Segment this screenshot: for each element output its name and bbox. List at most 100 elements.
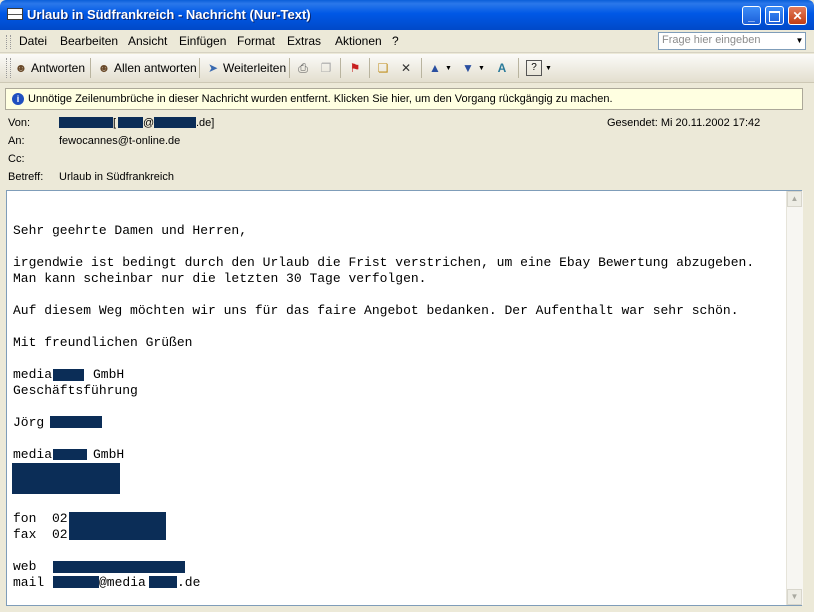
chevron-up-icon: ▲ — [790, 194, 799, 203]
signature-company-suffix: GmbH — [93, 367, 125, 382]
delete-button[interactable]: ✕ — [399, 59, 413, 77]
chevron-down-icon: ▼ — [478, 64, 485, 72]
redacted-sender-domain — [154, 117, 196, 128]
folder-move-icon: ❏ — [377, 61, 389, 75]
reply-all-icon: ☻ — [97, 61, 111, 75]
signature-web-label: web — [13, 559, 37, 574]
sent-date: Gesendet: Mi 20.11.2002 17:42 — [607, 117, 761, 129]
maximize-button[interactable] — [765, 6, 784, 25]
signature-mail-suffix: .de — [177, 575, 201, 590]
forward-button[interactable]: ➤ Weiterleiten — [206, 59, 286, 77]
next-item-button[interactable]: ▼ ▼ — [461, 59, 485, 77]
redacted-sender-user — [118, 117, 143, 128]
signature-fax: fax 02 — [13, 527, 68, 542]
redacted-mail-domain — [149, 576, 177, 588]
body-closing: Mit freundlichen Grüßen — [13, 335, 193, 350]
to-value[interactable]: fewocannes@t-online.de — [59, 135, 180, 147]
redacted-company — [53, 369, 84, 381]
chevron-down-icon: ▼ — [790, 592, 799, 601]
close-button[interactable]: ✕ — [788, 6, 807, 25]
signature-name: Jörg — [13, 415, 45, 430]
arrow-up-icon: ▲ — [429, 61, 441, 75]
reply-icon: ☻ — [14, 61, 28, 75]
reply-label: Antworten — [31, 61, 86, 75]
chevron-down-icon: ▼ — [445, 64, 452, 72]
font-size-icon: A — [497, 61, 507, 75]
toolbar-separator — [369, 58, 370, 78]
redacted-surname — [50, 416, 102, 428]
close-icon: ✕ — [792, 9, 803, 23]
toolbar-separator — [518, 58, 519, 78]
arrow-down-icon: ▼ — [462, 61, 474, 75]
redacted-mail-user — [53, 576, 99, 588]
menu-extras[interactable]: Extras — [287, 34, 321, 48]
minimize-button[interactable]: _ — [742, 6, 761, 25]
toolbar-separator — [340, 58, 341, 78]
menu-datei[interactable]: Datei — [19, 34, 47, 48]
toolbar-grip — [6, 58, 11, 78]
reply-all-label: Allen antworten — [114, 61, 197, 75]
from-bracket: [ — [113, 117, 117, 129]
to-label: An: — [8, 135, 25, 147]
menu-aktionen[interactable]: Aktionen — [335, 34, 382, 48]
toolbar-separator — [421, 58, 422, 78]
vertical-scrollbar[interactable] — [786, 191, 803, 605]
from-at: @ — [143, 117, 155, 129]
menu-grip — [6, 35, 11, 49]
print-button[interactable]: ⎙ — [296, 59, 310, 77]
toolbar-separator — [90, 58, 91, 78]
info-icon: i — [12, 93, 24, 105]
signature-company: media — [13, 447, 53, 462]
forward-label: Weiterleiten — [223, 61, 287, 75]
info-bar-text: Unnötige Zeilenumbrüche in dieser Nachri… — [28, 93, 613, 105]
chevron-down-icon[interactable]: ▼ — [794, 33, 805, 49]
redacted-sender-name — [59, 117, 113, 128]
redacted-company — [53, 449, 87, 460]
chevron-down-icon: ▼ — [545, 64, 552, 72]
help-icon: ? — [526, 60, 542, 76]
signature-mail-label: mail — [13, 575, 45, 590]
signature-phone: fon 02 — [13, 511, 68, 526]
body-greeting: Sehr geehrte Damen und Herren, — [13, 223, 248, 238]
subject-value: Urlaub in Südfrankreich — [59, 171, 174, 183]
from-label: Von: — [8, 117, 31, 129]
message-body[interactable] — [6, 190, 802, 606]
body-line: Man kann scheinbar nur die letzten 30 Ta… — [13, 271, 427, 286]
subject-label: Betreff: — [8, 171, 44, 183]
printer-icon: ⎙ — [298, 61, 308, 75]
body-line: irgendwie ist bedingt durch den Urlaub d… — [13, 255, 755, 270]
menu-help[interactable]: ? — [392, 34, 399, 48]
menu-format[interactable]: Format — [237, 34, 275, 48]
delete-icon: ✕ — [400, 61, 412, 75]
forward-icon: ➤ — [207, 61, 219, 75]
reply-button[interactable]: ☻ Antworten — [14, 59, 85, 77]
reply-all-button[interactable]: ☻ Allen antworten — [97, 59, 197, 77]
font-size-button[interactable]: A — [495, 59, 509, 77]
toolbar-separator — [289, 58, 290, 78]
redacted-website — [53, 561, 185, 573]
redacted-phone-numbers — [69, 512, 166, 540]
menu-ansicht[interactable]: Ansicht — [128, 34, 167, 48]
previous-item-button[interactable]: ▲ ▼ — [428, 59, 452, 77]
help-search-input[interactable]: Frage hier eingeben — [658, 32, 806, 50]
cc-label: Cc: — [8, 153, 25, 165]
maximize-icon — [769, 11, 780, 22]
window-title: Urlaub in Südfrankreich - Nachricht (Nur… — [27, 7, 311, 22]
flag-icon: ⚑ — [349, 61, 361, 75]
help-button[interactable]: ? ▼ — [526, 59, 552, 77]
menu-einfuegen[interactable]: Einfügen — [179, 34, 226, 48]
signature-company-suffix: GmbH — [93, 447, 125, 462]
flag-button[interactable]: ⚑ — [348, 59, 362, 77]
minimize-icon: _ — [748, 9, 755, 23]
move-to-folder-button[interactable]: ❏ — [376, 59, 390, 77]
redacted-address — [12, 463, 120, 494]
copy-icon: ❐ — [320, 61, 332, 75]
copy-button[interactable]: ❐ — [319, 59, 333, 77]
from-domain-suffix: .de] — [196, 117, 215, 129]
menu-bearbeiten[interactable]: Bearbeiten — [60, 34, 118, 48]
scroll-down-button[interactable]: ▼ — [787, 589, 802, 605]
scroll-up-button[interactable]: ▲ — [787, 191, 802, 207]
signature-mail-domain: @media — [99, 575, 146, 590]
toolbar-separator — [199, 58, 200, 78]
body-line: Auf diesem Weg möchten wir uns für das f… — [13, 303, 739, 318]
